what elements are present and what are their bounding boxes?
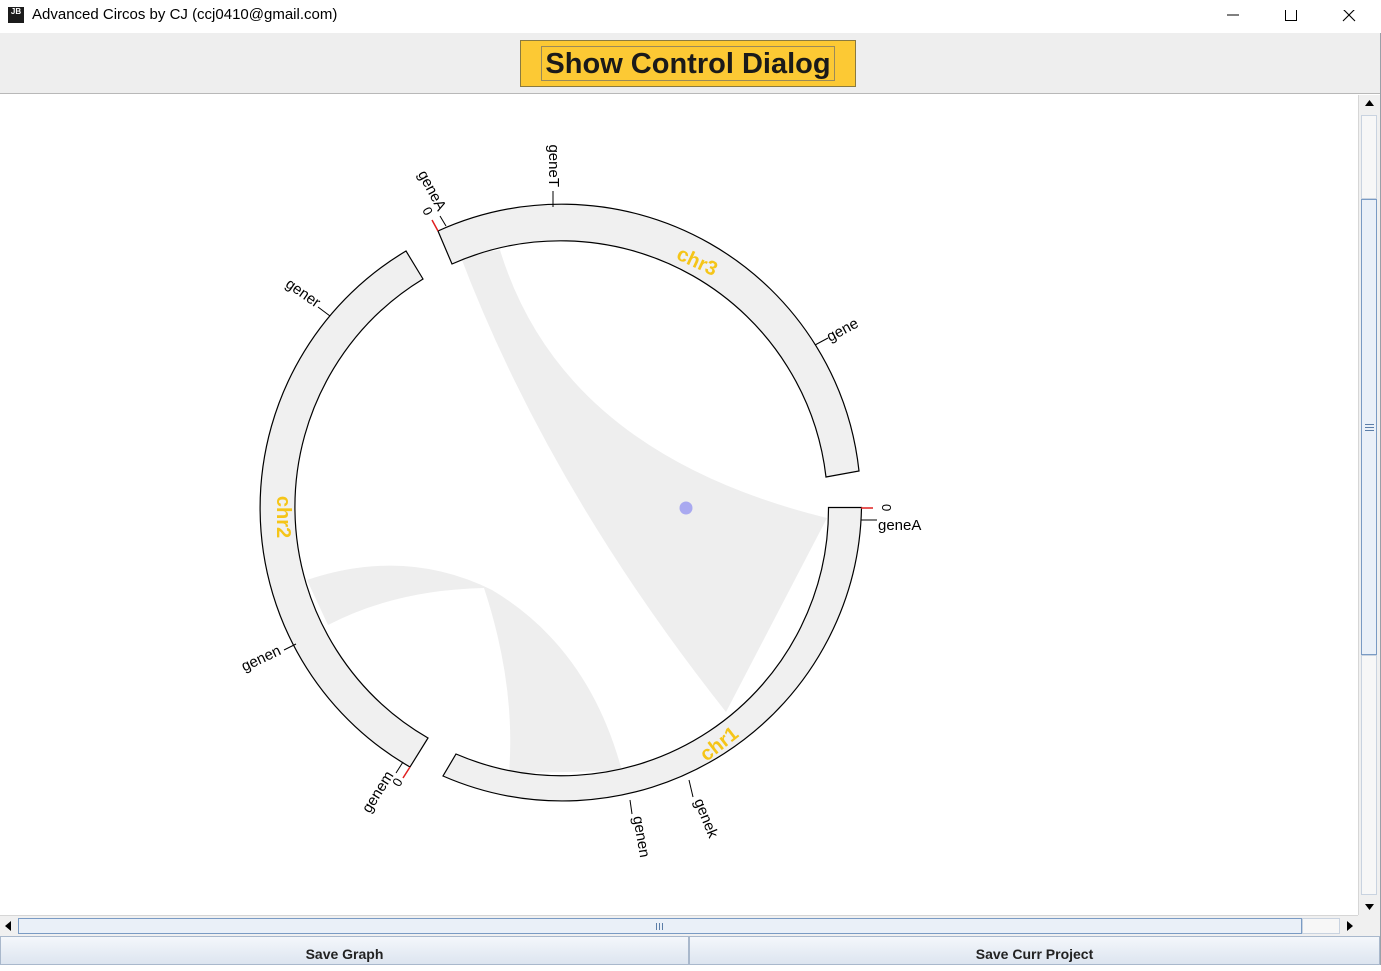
- start-tick-chr2: [402, 766, 411, 779]
- save-curr-project-button[interactable]: Save Curr Project: [689, 936, 1380, 965]
- maximize-icon: [1285, 10, 1297, 21]
- vertical-scroll-track-bottom[interactable]: [1361, 655, 1377, 895]
- gene-tick-chr2-start: [395, 761, 404, 774]
- arrow-up-icon: [1365, 100, 1374, 106]
- chromosome-label-chr2: chr2: [272, 496, 294, 538]
- show-control-dialog-label: Show Control Dialog: [541, 46, 835, 81]
- gene-tick-chr1-g1: [688, 779, 694, 798]
- close-button[interactable]: [1320, 0, 1378, 33]
- start-tick-chr3: [431, 219, 439, 232]
- save-graph-button[interactable]: Save Graph: [0, 936, 689, 965]
- vertical-scroll-track-top[interactable]: [1361, 115, 1377, 199]
- scroll-up-button[interactable]: [1359, 95, 1380, 113]
- gene-label-chr2-start: genem: [359, 768, 398, 816]
- horizontal-scroll-thumb[interactable]: [18, 918, 1302, 934]
- title-bar: JB Advanced Circos by CJ (ccj0410@gmail.…: [0, 0, 1381, 33]
- gene-label-chr2-g2: gener: [282, 275, 323, 311]
- gene-tick-chr3-g2: [814, 337, 829, 346]
- close-icon: [1342, 10, 1356, 22]
- gene-tick-chr3-start: [439, 215, 447, 227]
- gene-label-chr3-g1: geneT: [545, 144, 562, 187]
- arrow-left-icon: [5, 921, 11, 931]
- gene-label-chr1-start: geneA: [878, 517, 921, 534]
- minimize-button[interactable]: [1204, 0, 1262, 33]
- show-control-dialog-button[interactable]: Show Control Dialog: [520, 40, 856, 87]
- vertical-scrollbar[interactable]: [1358, 95, 1380, 915]
- scroll-corner: [1358, 915, 1380, 936]
- gene-label-chr1-g1: genek: [690, 796, 721, 841]
- arrow-down-icon: [1365, 904, 1374, 910]
- gene-tick-chr1-g2: [629, 799, 633, 815]
- gene-label-chr3-g2: gene: [824, 315, 861, 346]
- link-chr2-chr1: [307, 565, 622, 773]
- minimize-icon: [1227, 14, 1239, 16]
- bottom-button-bar: Save Graph Save Curr Project: [0, 936, 1380, 965]
- gene-tick-chr2-g2: [317, 306, 331, 317]
- circos-canvas[interactable]: chr1 chr2 chr3 0 geneA genek genen 0 gen…: [0, 95, 1358, 915]
- gene-label-chr3-start: geneA: [414, 168, 449, 214]
- scroll-left-button[interactable]: [0, 916, 18, 936]
- toolbar: Show Control Dialog: [0, 33, 1380, 94]
- gene-label-chr2-g1: genen: [239, 642, 284, 675]
- position-label-chr1-start: 0: [879, 504, 894, 511]
- center-marker[interactable]: [679, 501, 693, 515]
- app-logo-icon: JB: [8, 7, 24, 23]
- horizontal-scrollbar[interactable]: [0, 915, 1358, 936]
- scroll-right-button[interactable]: [1340, 916, 1358, 936]
- arrow-right-icon: [1347, 921, 1353, 931]
- gene-label-chr1-g2: genen: [629, 815, 653, 859]
- window-title: Advanced Circos by CJ (ccj0410@gmail.com…: [32, 6, 338, 23]
- scroll-down-button[interactable]: [1359, 897, 1380, 915]
- horizontal-scroll-track[interactable]: [1302, 918, 1340, 934]
- maximize-button[interactable]: [1262, 0, 1320, 33]
- circos-plot: chr1 chr2 chr3 0 geneA genek genen 0 gen…: [239, 144, 922, 859]
- vertical-scroll-thumb[interactable]: [1361, 199, 1377, 655]
